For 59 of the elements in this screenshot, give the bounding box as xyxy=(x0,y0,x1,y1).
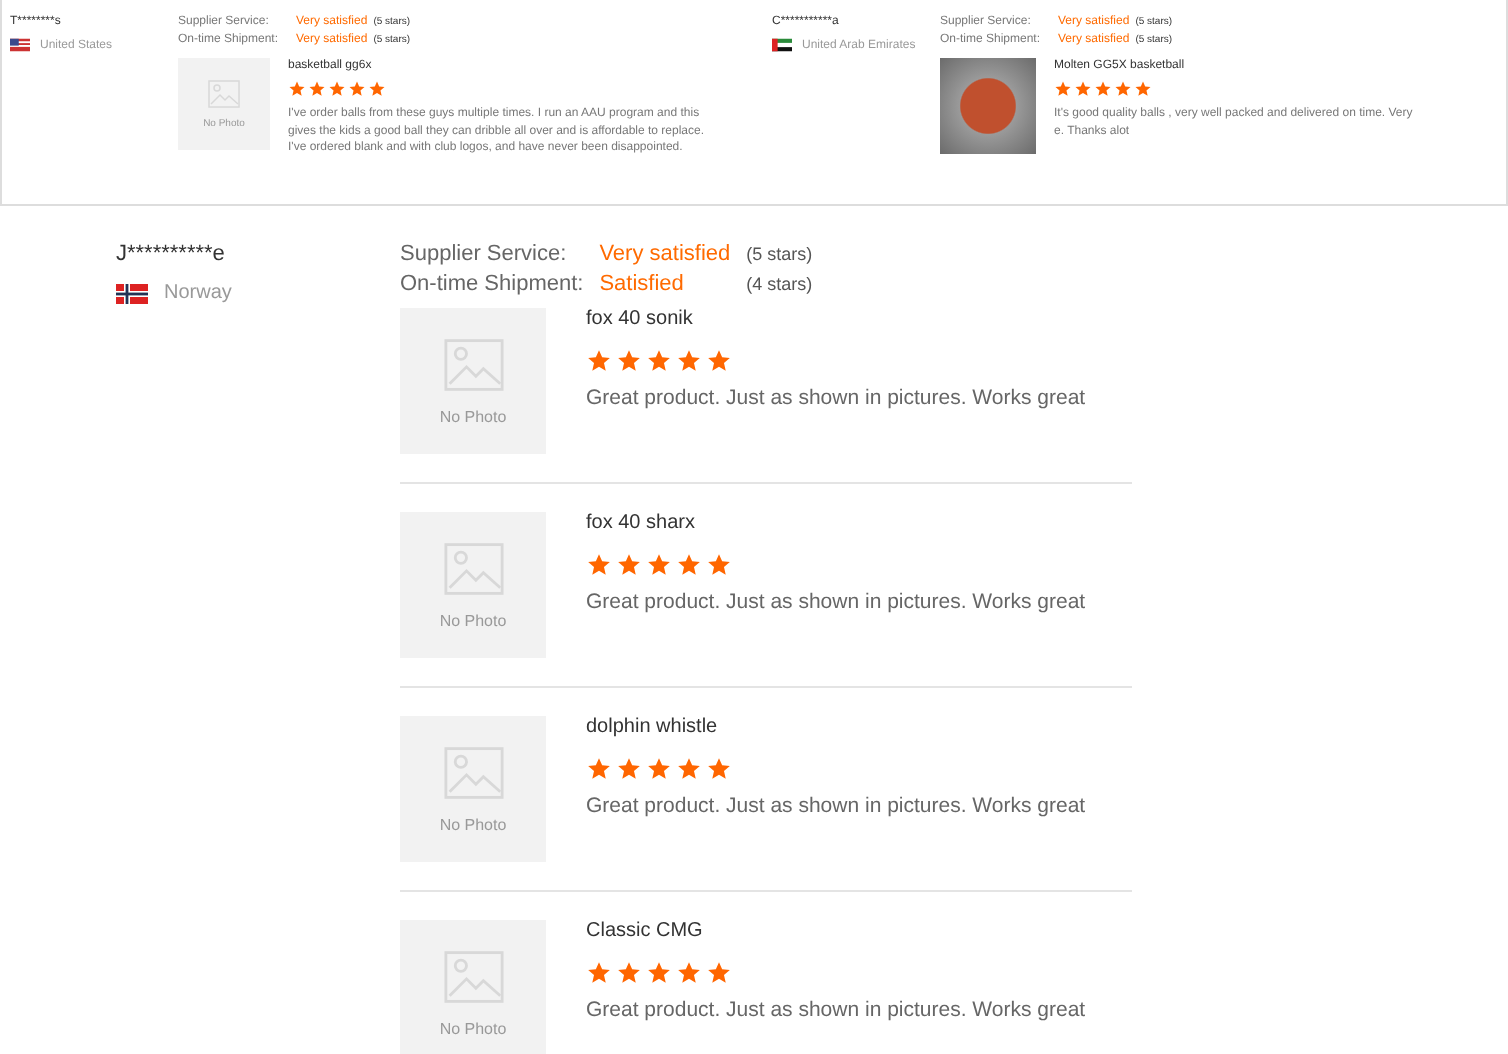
image-icon xyxy=(443,949,503,1003)
image-icon xyxy=(443,541,503,595)
star-icon xyxy=(348,80,366,98)
star-icon xyxy=(676,960,702,986)
no-photo-label: No Photo xyxy=(439,815,507,833)
no-photo-label: No Photo xyxy=(439,1019,507,1037)
image-icon xyxy=(208,79,240,107)
rating-label: Supplier Service: xyxy=(400,242,569,266)
product-name: Classic CMG xyxy=(586,920,705,942)
star-icon xyxy=(616,348,642,374)
rating-stars-text: (4 stars) xyxy=(746,274,813,294)
star-icon xyxy=(1074,80,1092,98)
star-icon xyxy=(676,756,702,782)
star-icon xyxy=(1094,80,1112,98)
star-icon xyxy=(706,552,732,578)
star-icon xyxy=(676,552,702,578)
star-icon xyxy=(586,756,612,782)
star-icon xyxy=(676,348,702,374)
user-name: J**********e xyxy=(116,242,227,266)
star-icon xyxy=(616,960,642,986)
rating-value: Very satisfied xyxy=(599,242,731,266)
image-icon xyxy=(443,745,503,799)
star-icon xyxy=(586,348,612,374)
star-icon xyxy=(646,960,672,986)
star-icon xyxy=(706,756,732,782)
flag-icon xyxy=(116,283,148,303)
star-icon xyxy=(706,960,732,986)
no-photo-label: No Photo xyxy=(439,611,507,629)
product-name: dolphin whistle xyxy=(586,716,720,738)
product-name: fox 40 sharx xyxy=(586,512,697,534)
star-icon xyxy=(706,348,732,374)
rating-stars-text: (5 stars) xyxy=(746,244,813,264)
photo-placeholder xyxy=(940,58,1036,154)
flag-icon xyxy=(772,38,792,52)
star-icon xyxy=(1054,80,1072,98)
country-name: Norway xyxy=(164,282,232,304)
image-icon xyxy=(443,337,503,391)
star-icon xyxy=(1114,80,1132,98)
flag-icon xyxy=(10,38,30,52)
star-icon xyxy=(288,80,306,98)
star-icon xyxy=(1134,80,1152,98)
rating-value: Satisfied xyxy=(599,272,686,296)
star-icon xyxy=(586,552,612,578)
star-icon xyxy=(368,80,386,98)
review-text: Great product. Just as shown in pictures. Works great xyxy=(586,998,1086,1022)
review-text: Great product. Just as shown in pictures. Works great xyxy=(586,794,1086,818)
no-photo-label: No Photo xyxy=(439,407,507,425)
star-icon xyxy=(646,756,672,782)
product-name: fox 40 sonik xyxy=(586,308,695,330)
rating-label: On-time Shipment: xyxy=(400,272,584,296)
star-icon xyxy=(586,960,612,986)
star-icon xyxy=(646,348,672,374)
review-text: Great product. Just as shown in pictures. Works great xyxy=(586,590,1086,614)
star-icon xyxy=(616,552,642,578)
star-icon xyxy=(616,756,642,782)
review-text: Great product. Just as shown in pictures. Works great xyxy=(586,386,1086,410)
star-icon xyxy=(328,80,346,98)
star-icon xyxy=(308,80,326,98)
star-icon xyxy=(646,552,672,578)
